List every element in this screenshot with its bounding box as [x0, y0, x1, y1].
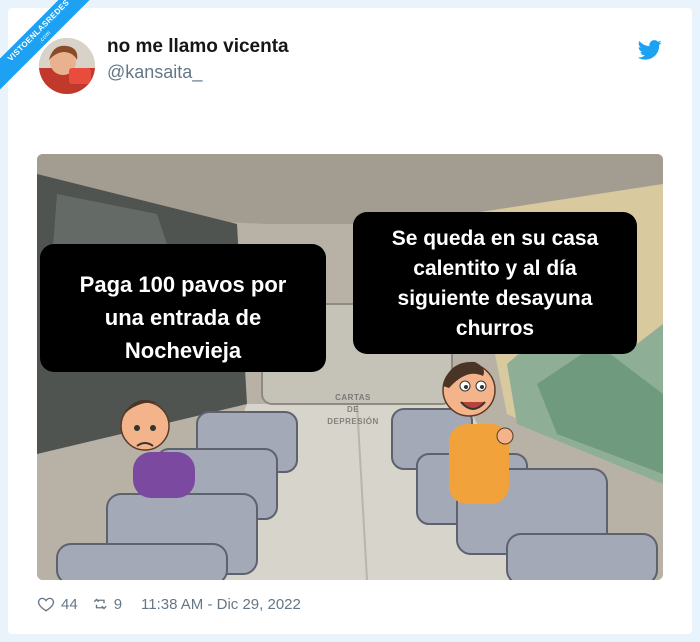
- left-caption-line: Nochevieja: [124, 338, 242, 363]
- right-caption-line: siguiente desayuna: [397, 287, 593, 310]
- display-name[interactable]: no me llamo vicenta: [107, 36, 289, 58]
- right-caption-line: Se queda en su casa: [391, 227, 599, 250]
- left-caption-line: una entrada de: [104, 305, 262, 330]
- right-caption-line: churros: [455, 317, 535, 340]
- twitter-bird-icon[interactable]: [638, 40, 662, 60]
- watermark-line: CARTAS: [335, 393, 371, 402]
- watermark-line: DEPRESIÓN: [327, 417, 379, 426]
- retweet-count: 9: [113, 595, 123, 613]
- heart-icon[interactable]: [37, 595, 55, 613]
- ribbon-text: VISTOENLASREDES: [5, 0, 72, 64]
- left-caption-bubble: Paga 100 pavos por una entrada de Nochev…: [40, 244, 326, 372]
- right-caption-bubble: Se queda en su casa calentito y al día s…: [353, 212, 637, 354]
- watermark-line: DE: [346, 405, 360, 414]
- like-count: 44: [61, 595, 78, 613]
- retweet-icon[interactable]: [92, 595, 110, 613]
- ribbon-label[interactable]: VISTOENLASREDES .com: [0, 0, 102, 94]
- tweet-timestamp[interactable]: 11:38 AM - Dic 29, 2022: [141, 596, 301, 613]
- left-caption-line: Paga 100 pavos por: [79, 272, 287, 297]
- meme-watermark: CARTAS DE DEPRESIÓN: [318, 392, 388, 428]
- tweet-footer: 44 9 11:38 AM - Dic 29, 2022: [37, 594, 301, 614]
- user-handle[interactable]: @kansaita_: [107, 62, 202, 83]
- corner-ribbon[interactable]: VISTOENLASREDES .com: [0, 0, 110, 110]
- right-caption-line: calentito y al día: [413, 257, 577, 280]
